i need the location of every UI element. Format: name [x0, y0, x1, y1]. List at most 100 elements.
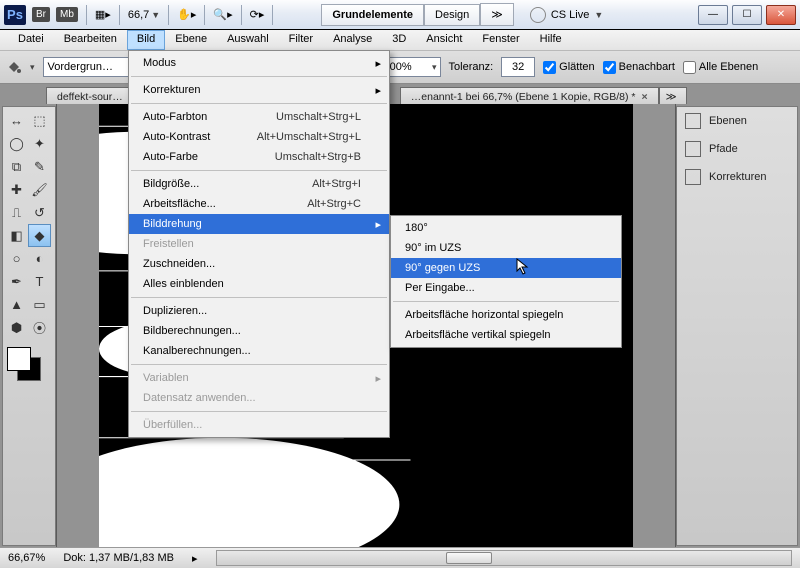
- workspace-primary[interactable]: Grundelemente: [321, 4, 424, 26]
- menu-item[interactable]: Modus▸: [129, 53, 389, 73]
- camera-tool[interactable]: ⦿: [28, 316, 51, 339]
- menu-item-label: Auto-Farbton: [143, 111, 207, 123]
- 3d-tool[interactable]: ⬢: [5, 316, 28, 339]
- tolerance-input[interactable]: [501, 57, 535, 77]
- panel-korrekturen[interactable]: Korrekturen: [677, 163, 797, 191]
- menu-analyse[interactable]: Analyse: [323, 30, 382, 50]
- menu-item[interactable]: 90° im UZS: [391, 238, 621, 258]
- stamp-tool[interactable]: ⎍: [5, 201, 28, 224]
- marquee-tool[interactable]: ⬚: [28, 109, 51, 132]
- menu-item[interactable]: Bildberechnungen...: [129, 321, 389, 341]
- workspace-secondary[interactable]: Design: [424, 4, 480, 26]
- menu-item[interactable]: Zuschneiden...: [129, 254, 389, 274]
- menu-item-label: Per Eingabe...: [405, 282, 475, 294]
- menu-item[interactable]: Auto-FarbtonUmschalt+Strg+L: [129, 107, 389, 127]
- blur-tool[interactable]: ○: [5, 247, 28, 270]
- lasso-tool[interactable]: ◯: [5, 132, 28, 155]
- crop-tool[interactable]: ⧉: [5, 155, 28, 178]
- type-tool[interactable]: T: [28, 270, 51, 293]
- dropdown-icon[interactable]: ▼: [594, 10, 603, 20]
- menu-item[interactable]: Bilddrehung▸: [129, 214, 389, 234]
- cslive-label[interactable]: CS Live: [551, 9, 590, 21]
- menu-auswahl[interactable]: Auswahl: [217, 30, 279, 50]
- menu-item[interactable]: Korrekturen▸: [129, 80, 389, 100]
- menu-shortcut: Alt+Strg+I: [312, 178, 361, 190]
- brush-tool[interactable]: 🖌: [28, 178, 51, 201]
- hand-tool-icon[interactable]: ✋▸: [177, 8, 196, 21]
- tab-close-icon[interactable]: ×: [642, 91, 648, 103]
- menu-separator: [131, 76, 387, 77]
- all-layers-checkbox[interactable]: Alle Ebenen: [683, 61, 758, 74]
- h-scrollbar[interactable]: [216, 550, 792, 566]
- menubar: Datei Bearbeiten Bild Ebene Auswahl Filt…: [0, 30, 800, 51]
- rotate-view-icon[interactable]: ⟳▸: [250, 8, 265, 21]
- view-arrange-icon[interactable]: ▦▸: [95, 8, 111, 21]
- menu-bild[interactable]: Bild: [127, 30, 165, 50]
- status-zoom[interactable]: 66,67%: [8, 552, 45, 564]
- healing-tool[interactable]: ✚: [5, 178, 28, 201]
- menu-item[interactable]: Kanalberechnungen...: [129, 341, 389, 361]
- menu-separator: [131, 103, 387, 104]
- panel-ebenen[interactable]: Ebenen: [677, 107, 797, 135]
- history-brush-tool[interactable]: ↺: [28, 201, 51, 224]
- panel-pfade[interactable]: Pfade: [677, 135, 797, 163]
- eyedropper-tool[interactable]: ✎: [28, 155, 51, 178]
- bridge-icon[interactable]: Br: [32, 7, 50, 22]
- scrollbar-thumb[interactable]: [446, 552, 492, 564]
- menu-item[interactable]: 180°: [391, 218, 621, 238]
- menu-item-label: Freistellen: [143, 238, 194, 250]
- move-tool[interactable]: ↔: [5, 109, 28, 132]
- menu-item[interactable]: Per Eingabe...: [391, 278, 621, 298]
- menu-bearbeiten[interactable]: Bearbeiten: [54, 30, 127, 50]
- menu-item[interactable]: Arbeitsfläche vertikal spiegeln: [391, 325, 621, 345]
- magic-wand-tool[interactable]: ✦: [28, 132, 51, 155]
- menu-item[interactable]: Auto-KontrastAlt+Umschalt+Strg+L: [129, 127, 389, 147]
- path-select-tool[interactable]: ▲: [5, 293, 28, 316]
- menu-hilfe[interactable]: Hilfe: [530, 30, 572, 50]
- menu-item[interactable]: Arbeitsfläche...Alt+Strg+C: [129, 194, 389, 214]
- submenu-arrow-icon: ▸: [375, 57, 381, 70]
- dodge-tool[interactable]: ◐: [28, 247, 51, 270]
- menu-ansicht[interactable]: Ansicht: [416, 30, 472, 50]
- dropdown-icon[interactable]: ▼: [151, 10, 160, 20]
- eraser-tool[interactable]: ◧: [5, 224, 28, 247]
- menu-separator: [131, 364, 387, 365]
- contiguous-checkbox[interactable]: Benachbart: [603, 61, 675, 74]
- menu-item-label: Auto-Farbe: [143, 151, 198, 163]
- tool-preset-dropdown[interactable]: ▾: [30, 62, 35, 73]
- menu-3d[interactable]: 3D: [382, 30, 416, 50]
- menu-item-label: Überfüllen...: [143, 419, 202, 431]
- shape-tool[interactable]: ▭: [28, 293, 51, 316]
- zoom-tool-icon[interactable]: 🔍▸: [213, 8, 232, 21]
- menu-item[interactable]: Auto-FarbeUmschalt+Strg+B: [129, 147, 389, 167]
- panel-ebenen-label: Ebenen: [709, 115, 747, 127]
- minimize-button[interactable]: —: [698, 5, 728, 25]
- antialias-checkbox[interactable]: Glätten: [543, 61, 594, 74]
- color-swatches[interactable]: [5, 345, 47, 387]
- workspace-more[interactable]: ≫: [480, 3, 514, 26]
- adjustments-icon: [685, 169, 701, 185]
- close-button[interactable]: ✕: [766, 5, 796, 25]
- menu-item[interactable]: Alles einblenden: [129, 274, 389, 294]
- maximize-button[interactable]: ☐: [732, 5, 762, 25]
- menu-filter[interactable]: Filter: [279, 30, 323, 50]
- menu-item[interactable]: Bildgröße...Alt+Strg+I: [129, 174, 389, 194]
- menu-fenster[interactable]: Fenster: [472, 30, 529, 50]
- status-menu-icon[interactable]: ▸: [192, 552, 198, 565]
- menu-item[interactable]: Duplizieren...: [129, 301, 389, 321]
- submenu-bilddrehung: 180° 90° im UZS 90° gegen UZS Per Eingabe..…: [390, 215, 622, 348]
- menu-item[interactable]: 90° gegen UZS: [391, 258, 621, 278]
- minibridge-icon[interactable]: Mb: [56, 7, 78, 22]
- paint-bucket-icon[interactable]: [6, 59, 22, 75]
- menu-ebene[interactable]: Ebene: [165, 30, 217, 50]
- zoom-level[interactable]: 66,7 ▼: [128, 9, 160, 21]
- menu-item-label: 90° im UZS: [405, 242, 461, 254]
- menu-item[interactable]: Arbeitsfläche horizontal spiegeln: [391, 305, 621, 325]
- paint-bucket-tool[interactable]: ◆: [28, 224, 51, 247]
- pen-tool[interactable]: ✒: [5, 270, 28, 293]
- fg-color-swatch[interactable]: [7, 347, 31, 371]
- menu-separator: [393, 301, 619, 302]
- menu-item-label: 180°: [405, 222, 428, 234]
- menu-datei[interactable]: Datei: [8, 30, 54, 50]
- submenu-arrow-icon: ▸: [375, 84, 381, 97]
